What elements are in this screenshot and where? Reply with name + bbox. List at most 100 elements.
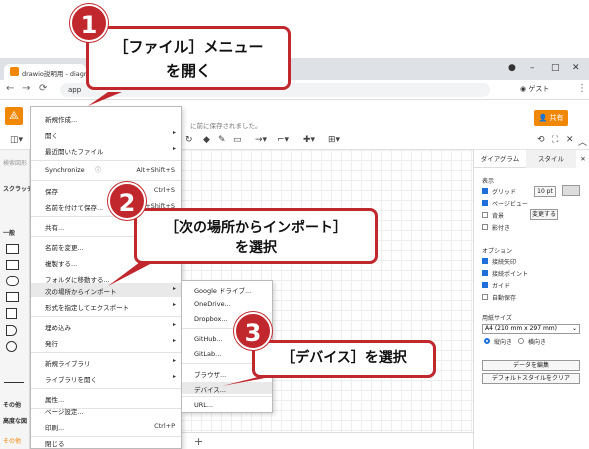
menu-divider [31, 160, 181, 161]
submenu-item-google-drive[interactable]: Google ドライブ... [182, 283, 272, 295]
menu-item-label: 形式を指定してエクスポート [45, 304, 130, 312]
connection-style-icon[interactable]: →▾ [255, 135, 267, 145]
menu-item-import-from[interactable]: 次の場所からインポート ▸ [31, 283, 181, 297]
edit-data-button[interactable]: データを編集 [482, 360, 580, 371]
rounded-shape[interactable] [6, 276, 19, 286]
insert-icon[interactable]: ✚▾ [303, 135, 315, 145]
shadow-icon[interactable]: ▭ [233, 135, 242, 145]
rectangle-shape[interactable] [6, 292, 19, 302]
other-section-header[interactable]: その他 [3, 400, 21, 409]
menu-item-publish[interactable]: 発行 ▸ [31, 335, 181, 349]
grid-color-swatch[interactable] [562, 185, 580, 196]
back-arrow-icon[interactable]: ← [6, 83, 14, 94]
menu-item-recent[interactable]: 最近開いたファイル ▸ [31, 143, 181, 157]
grid-size-value: 10 pt [537, 188, 553, 195]
change-button-label: 変更する [531, 211, 556, 218]
connection-arrows-checkbox[interactable] [482, 258, 488, 264]
fill-color-icon[interactable]: ◆ [203, 135, 210, 145]
collapse-icon[interactable]: ⟲ [537, 135, 545, 145]
menu-shortcut: Ctrl+S [153, 186, 175, 194]
menu-item-save[interactable]: 保存 Ctrl+S [31, 183, 181, 197]
menu-item-export-as[interactable]: 形式を指定してエクスポート ▸ [31, 299, 181, 313]
page-bar: + [181, 432, 473, 449]
minimize-button[interactable]: – [530, 63, 535, 73]
general-section-header[interactable]: 一般 [3, 228, 15, 237]
forward-arrow-icon[interactable]: → [22, 83, 30, 94]
clear-default-style-button[interactable]: デフォルトスタイルをクリア [482, 373, 580, 384]
menu-item-open-library[interactable]: ライブラリを開く ▸ [31, 371, 181, 385]
reload-icon[interactable]: ⟳ [39, 83, 47, 94]
menu-item-label: 開く [45, 132, 58, 140]
menu-item-close[interactable]: 閉じる [31, 435, 181, 449]
menu-item-embed[interactable]: 埋め込み ▸ [31, 319, 181, 333]
submenu-item-onedrive[interactable]: OneDrive... [182, 298, 272, 310]
submenu-item-label: OneDrive... [194, 300, 231, 308]
callout-1-line2: を開く [165, 62, 211, 80]
menu-item-new[interactable]: 新規作成... [31, 111, 181, 125]
rotate-icon[interactable]: ↻ [185, 135, 193, 145]
circle-shape[interactable] [6, 341, 17, 352]
background-checkbox[interactable] [482, 212, 488, 218]
close-panel-icon[interactable]: ✕ [566, 135, 574, 145]
menu-item-page-setup[interactable]: ページ設定... [31, 403, 181, 417]
table-icon[interactable]: ⊞▾ [328, 135, 340, 145]
view-toggle-icon[interactable]: ◫▾ [10, 135, 23, 145]
more-shapes-link[interactable]: その他 [3, 436, 21, 445]
menu-item-label: 新規作成... [45, 116, 78, 124]
shadow-checkbox[interactable] [482, 224, 488, 230]
maximize-button[interactable]: □ [551, 63, 560, 73]
fullscreen-icon[interactable]: ⛶ [552, 135, 558, 145]
options-section-label: オプション [482, 248, 513, 255]
document-shape[interactable] [6, 308, 17, 319]
rectangle-shape[interactable] [6, 244, 19, 254]
chevron-down-icon: ⌄ [571, 325, 577, 332]
chevron-right-icon: ▸ [172, 285, 176, 292]
autosave-checkbox[interactable] [482, 294, 488, 300]
menu-divider [31, 316, 181, 317]
grid-label: グリッド [492, 189, 517, 196]
connection-points-checkbox[interactable] [482, 270, 488, 276]
menu-item-synchronize[interactable]: Synchronize ⓘ Alt+Shift+S [31, 163, 181, 177]
callout-1: ［ファイル］メニュー を開く [86, 26, 291, 90]
guest-profile-button[interactable]: ◉ ゲスト [520, 84, 549, 94]
change-background-button[interactable]: 変更する [530, 209, 558, 220]
step-3-badge: 3 [234, 312, 272, 350]
guides-label: ガイド [492, 283, 511, 290]
menu-item-print[interactable]: 印刷... Ctrl+P [31, 419, 181, 433]
submenu-item-url[interactable]: URL... [182, 399, 272, 411]
menu-item-open[interactable]: 開く ▸ [31, 127, 181, 141]
share-button[interactable]: 👤 共有 [534, 110, 568, 126]
submenu-item-label: URL... [194, 401, 214, 409]
shadow-label: 影付き [492, 225, 511, 232]
tab-style[interactable]: スタイル [526, 150, 576, 168]
scratchpad-header[interactable]: スクラッチ [3, 184, 33, 193]
shape-search-input[interactable]: 検索図形 [3, 158, 27, 167]
guides-checkbox[interactable] [482, 282, 488, 288]
waypoint-icon[interactable]: ⌐▾ [277, 135, 289, 145]
grid-size-input[interactable]: 10 pt [534, 186, 556, 197]
page-view-checkbox[interactable] [482, 200, 488, 206]
chevron-up-icon[interactable]: ︿ [578, 135, 587, 148]
submenu-item-label: ブラウザ... [194, 371, 227, 379]
line-shape[interactable] [4, 382, 24, 383]
menu-item-new-library[interactable]: 新規ライブラリ ▸ [31, 355, 181, 369]
rectangle-shape[interactable] [6, 260, 19, 270]
menu-shortcut: Alt+Shift+S [136, 166, 175, 174]
connection-arrows-label: 接続矢印 [492, 259, 517, 266]
landscape-radio[interactable] [518, 338, 524, 344]
browser-tab[interactable]: drawio説明用 - diagrams [4, 64, 86, 80]
add-page-icon[interactable]: + [194, 435, 203, 448]
portrait-radio[interactable] [484, 338, 490, 344]
grid-checkbox[interactable] [482, 188, 488, 194]
delay-shape[interactable] [6, 325, 17, 336]
submenu-item-device[interactable]: デバイス... [182, 382, 272, 394]
line-color-icon[interactable]: ✎ [218, 135, 226, 145]
paper-size-label: 用紙サイズ [482, 315, 512, 322]
callout-2-line2: を選択 [235, 240, 277, 256]
tab-diagram[interactable]: ダイアグラム [474, 150, 526, 168]
kebab-menu-icon[interactable]: ⋮ [577, 83, 587, 94]
close-window-button[interactable]: ✕ [572, 63, 580, 73]
advanced-section-header[interactable]: 高度な図 [3, 416, 27, 425]
close-format-icon[interactable]: ✕ [576, 150, 589, 168]
paper-size-select[interactable]: A4 (210 mm x 297 mm) ⌄ [482, 324, 580, 334]
